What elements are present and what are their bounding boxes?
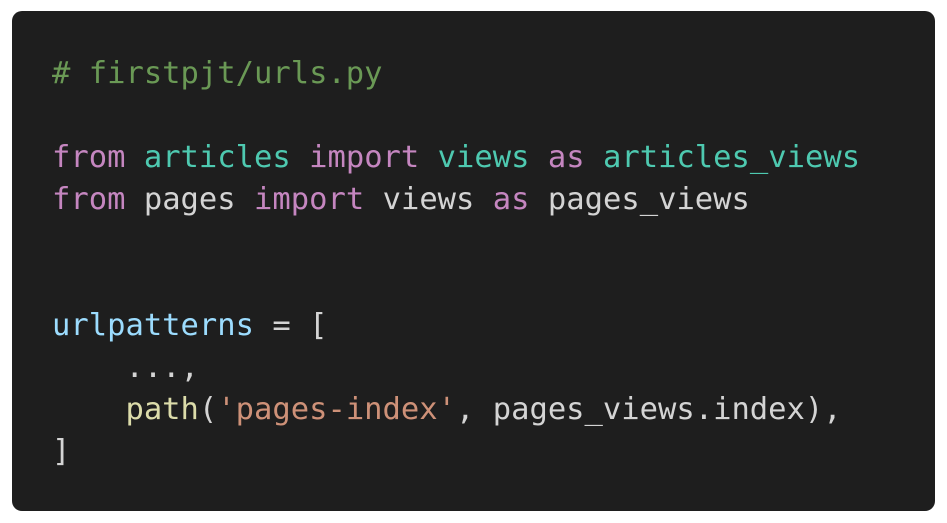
code-line-1: # firstpjt/urls.py bbox=[52, 53, 860, 95]
code-snippet-card: # firstpjt/urls.py from articles import … bbox=[12, 11, 935, 511]
code-line-7: urlpatterns = [ bbox=[52, 305, 860, 347]
import-alias: articles_views bbox=[602, 140, 861, 175]
code-line-3: from articles import views as articles_v… bbox=[52, 137, 860, 179]
imported-name: views bbox=[437, 140, 530, 175]
view-reference: , pages_views.index), bbox=[456, 392, 842, 427]
code-block: # firstpjt/urls.py from articles import … bbox=[52, 53, 860, 473]
keyword-from: from bbox=[52, 140, 126, 175]
keyword-import: import bbox=[254, 182, 365, 217]
code-line-10: ] bbox=[52, 431, 860, 473]
ellipsis-placeholder: ..., bbox=[125, 350, 199, 385]
urlpatterns-variable: urlpatterns bbox=[52, 308, 254, 343]
module-name: pages bbox=[143, 182, 236, 217]
path-function: path bbox=[125, 392, 199, 427]
import-alias: pages_views bbox=[547, 182, 750, 217]
code-line-8: ..., bbox=[52, 347, 860, 389]
module-name: articles bbox=[143, 140, 291, 175]
open-paren: ( bbox=[198, 392, 218, 427]
keyword-import: import bbox=[309, 140, 420, 175]
imported-name: views bbox=[382, 182, 475, 217]
keyword-from: from bbox=[52, 182, 126, 217]
closing-bracket: ] bbox=[52, 434, 71, 469]
keyword-as: as bbox=[492, 182, 530, 217]
route-string: 'pages-index' bbox=[217, 392, 456, 427]
assignment-operator: = [ bbox=[254, 308, 328, 343]
keyword-as: as bbox=[547, 140, 585, 175]
code-line-9: path('pages-index', pages_views.index), bbox=[52, 389, 860, 431]
code-line-4: from pages import views as pages_views bbox=[52, 179, 860, 221]
file-path-comment: # firstpjt/urls.py bbox=[52, 56, 383, 91]
